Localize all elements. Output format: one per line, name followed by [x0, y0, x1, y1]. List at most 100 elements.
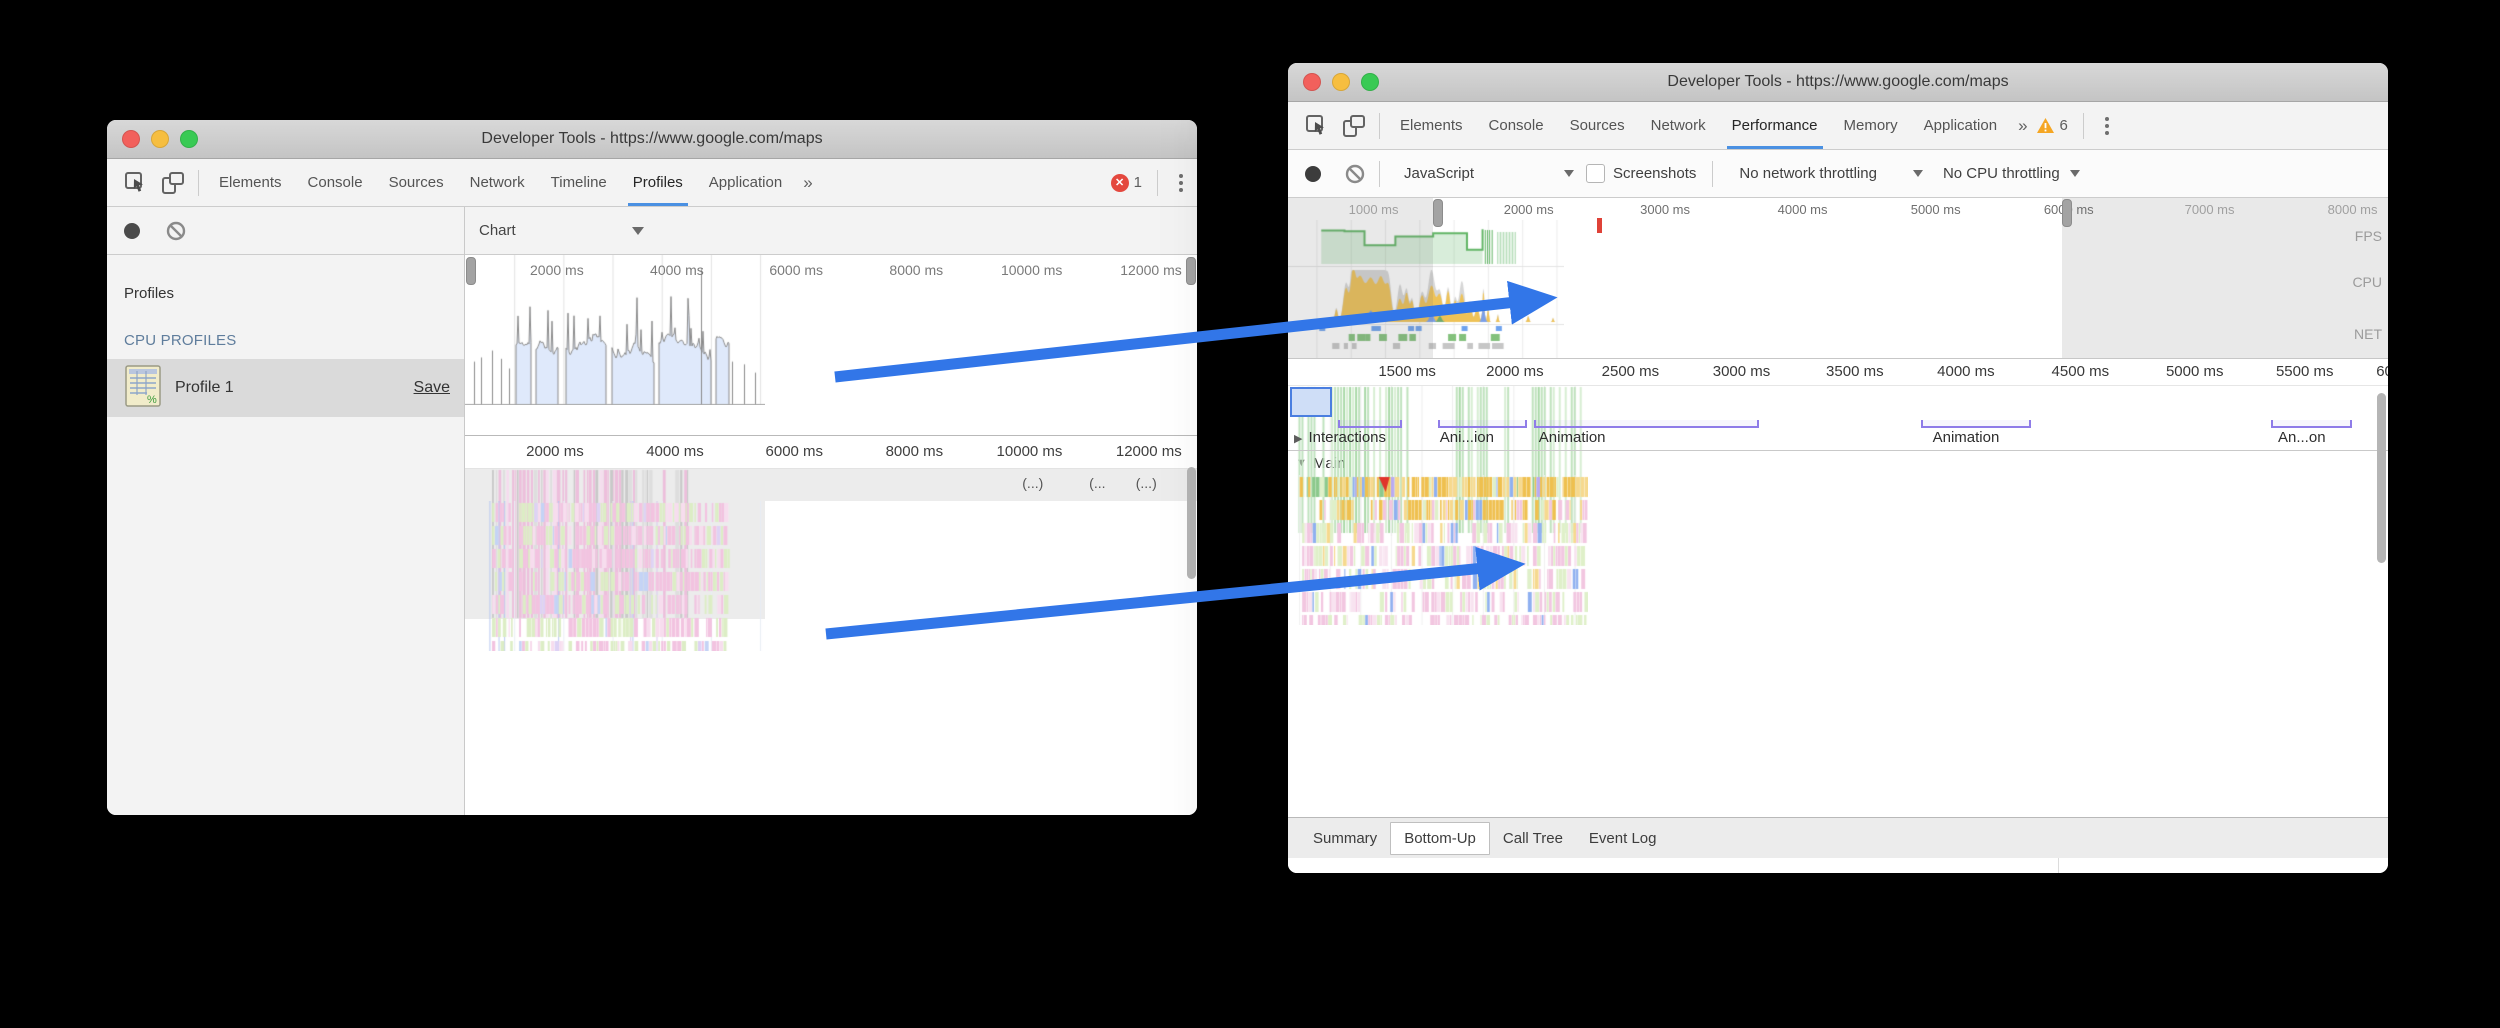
screenshot-root: { "seed": 11, "colors": { "devtools_acce…: [0, 0, 2500, 1028]
collapsed-marker[interactable]: (...): [1022, 475, 1043, 491]
save-profile-link[interactable]: Save: [414, 379, 450, 397]
tab-elements[interactable]: Elements: [206, 159, 295, 206]
profile-chart-panel: Chart 2000 ms 4000 ms 6000 ms 8000 ms 10…: [465, 207, 1197, 815]
ruler-tick: 12000 ms: [1116, 443, 1187, 460]
detail-ruler: 1500 ms 2000 ms 2500 ms 3000 ms 3500 ms …: [1288, 359, 2388, 386]
tab-sources[interactable]: Sources: [1557, 102, 1638, 149]
ruler-tick: 2000 ms: [1504, 202, 1559, 217]
network-throttling-select[interactable]: No network throttling: [1739, 165, 1923, 182]
chart-view-select[interactable]: Chart: [479, 222, 644, 239]
selected-frame-box[interactable]: [1290, 387, 1332, 417]
vertical-scrollbar[interactable]: [1187, 467, 1196, 579]
interactions-toggle-row[interactable]: ▶ Interactions: [1294, 429, 1386, 446]
interactions-row: ▶Interactions Ani...ion Animation Animat…: [1288, 420, 2388, 451]
tab-event-log[interactable]: Event Log: [1576, 830, 1670, 847]
interaction-bracket[interactable]: [1534, 420, 1758, 428]
device-toolbar-icon[interactable]: [1340, 112, 1367, 139]
ruler-tick: 2000 ms: [530, 262, 589, 278]
record-button[interactable]: [124, 223, 140, 239]
ruler-tick: 5000 ms: [2166, 363, 2229, 380]
clear-icon[interactable]: [166, 221, 186, 241]
chevron-down-icon: [1564, 170, 1574, 177]
main-flame-canvas[interactable]: [1288, 475, 1588, 625]
category-filter-select[interactable]: JavaScript: [1404, 165, 1574, 182]
menu-kebab-icon[interactable]: [1165, 174, 1197, 192]
range-handle-left[interactable]: [1433, 199, 1443, 227]
more-tabs-chevron[interactable]: »: [2010, 116, 2035, 136]
frames-strip[interactable]: [1288, 386, 2388, 420]
screenshots-checkbox[interactable]: [1586, 164, 1605, 183]
tab-network[interactable]: Network: [1638, 102, 1719, 149]
network-throttling-value: No network throttling: [1739, 165, 1877, 182]
tab-network[interactable]: Network: [457, 159, 538, 206]
net-track-label: NET: [2354, 326, 2382, 342]
range-handle-right[interactable]: [1186, 257, 1196, 285]
device-toolbar-icon[interactable]: [159, 169, 186, 196]
collapsed-stack-band[interactable]: (...) (... (...): [465, 469, 1197, 501]
ruler-tick: 12000 ms: [1120, 262, 1186, 278]
tab-console[interactable]: Console: [1476, 102, 1557, 149]
tab-elements[interactable]: Elements: [1387, 102, 1476, 149]
performance-toolbar: JavaScript Screenshots No network thrott…: [1288, 150, 2388, 198]
tab-sources[interactable]: Sources: [376, 159, 457, 206]
chevron-down-icon: [632, 227, 644, 235]
tab-bottom-up[interactable]: Bottom-Up: [1390, 822, 1490, 855]
svg-text:%: %: [147, 394, 157, 406]
ruler-tick: 4500 ms: [2052, 363, 2115, 380]
window-title: Developer Tools - https://www.google.com…: [107, 130, 1197, 148]
more-tabs-chevron[interactable]: »: [795, 173, 820, 193]
ruler-tick: 3000 ms: [1713, 363, 1776, 380]
interaction-bracket[interactable]: [1338, 420, 1403, 428]
profile-list-item[interactable]: % Profile 1 Save: [107, 359, 464, 417]
interaction-bracket[interactable]: [1921, 420, 2031, 428]
overview-tracks-canvas[interactable]: [1288, 220, 1564, 358]
collapse-triangle-icon: ▶: [1294, 433, 1302, 445]
profile-flame-canvas[interactable]: [465, 501, 765, 651]
ruler-tick: 5000 ms: [1911, 202, 1966, 217]
warning-icon[interactable]: [2036, 117, 2055, 134]
ruler-tick: 6000 ms: [766, 443, 829, 460]
clear-icon[interactable]: [1345, 164, 1365, 184]
overview-ruler: 1000 ms 2000 ms 3000 ms 4000 ms 5000 ms …: [1288, 198, 2388, 220]
cpu-throttling-select[interactable]: No CPU throttling: [1943, 165, 2080, 182]
profile-name: Profile 1: [175, 379, 234, 397]
tab-application[interactable]: Application: [696, 159, 795, 206]
inspect-icon[interactable]: [1303, 112, 1330, 139]
tab-console[interactable]: Console: [295, 159, 376, 206]
main-flame-chart[interactable]: [1288, 475, 2388, 818]
menu-kebab-icon[interactable]: [2091, 117, 2123, 135]
sidebar-heading: Profiles: [107, 255, 464, 302]
ruler-tick: 10000 ms: [1001, 262, 1067, 278]
inspect-icon[interactable]: [122, 169, 149, 196]
tab-call-tree[interactable]: Call Tree: [1490, 830, 1576, 847]
tab-performance[interactable]: Performance: [1719, 102, 1831, 149]
animation-label: An...on: [2278, 429, 2326, 446]
profiles-sidebar: Profiles CPU PROFILES % Profile 1 Save: [107, 207, 465, 815]
ruler-tick: 10000 ms: [997, 443, 1068, 460]
interaction-bracket[interactable]: [1438, 420, 1527, 428]
tab-timeline[interactable]: Timeline: [538, 159, 620, 206]
tab-summary[interactable]: Summary: [1300, 830, 1390, 847]
interactions-label: Interactions: [1308, 429, 1386, 446]
footer-strip: [1288, 858, 2388, 873]
range-handle-right[interactable]: [2062, 199, 2072, 227]
divider: [198, 170, 199, 196]
profiles-toolbar: [107, 207, 464, 255]
profile-flame-chart[interactable]: [465, 501, 1197, 815]
devtools-tabbar: Elements Console Sources Network Perform…: [1288, 102, 2388, 150]
vertical-scrollbar[interactable]: [2377, 393, 2386, 563]
tab-memory[interactable]: Memory: [1831, 102, 1911, 149]
range-handle-left[interactable]: [466, 257, 476, 285]
profile-overview-chart[interactable]: 2000 ms 4000 ms 6000 ms 8000 ms 10000 ms…: [465, 255, 1197, 436]
error-badge-icon[interactable]: ✕: [1111, 174, 1129, 192]
interaction-bracket[interactable]: [2271, 420, 2351, 428]
performance-overview[interactable]: 1000 ms 2000 ms 3000 ms 4000 ms 5000 ms …: [1288, 198, 2388, 359]
record-button[interactable]: [1305, 166, 1321, 182]
collapsed-marker[interactable]: (...: [1089, 475, 1105, 491]
divider: [1379, 113, 1380, 139]
tab-application[interactable]: Application: [1911, 102, 2010, 149]
tab-profiles[interactable]: Profiles: [620, 159, 696, 206]
divider: [1712, 161, 1713, 187]
collapsed-marker[interactable]: (...): [1136, 475, 1157, 491]
fps-track-label: FPS: [2355, 228, 2382, 244]
